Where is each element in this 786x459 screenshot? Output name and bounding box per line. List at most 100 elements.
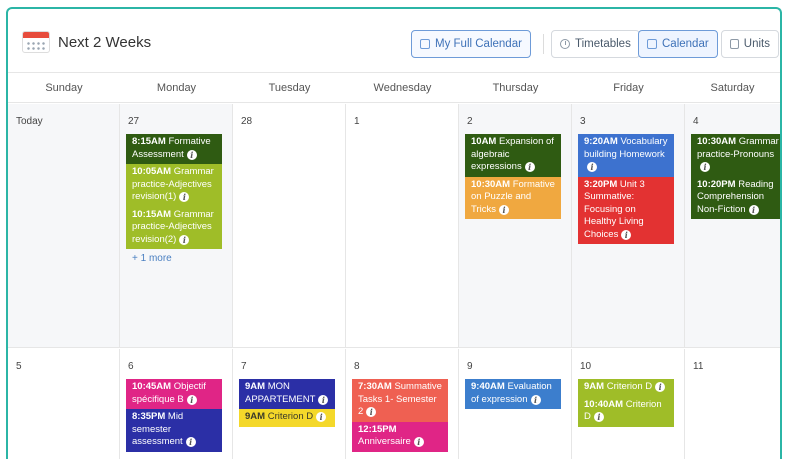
info-icon[interactable]: i <box>621 229 632 240</box>
my-full-calendar-label: My Full Calendar <box>435 38 522 50</box>
timetables-label: Timetables <box>575 38 631 50</box>
event-list: 7:30AM Summative Tasks 1- Semester 2 i 12:… <box>352 379 452 452</box>
day-cell[interactable]: 4 10:30AM Grammar practice-Pronounsi 10:20… <box>685 104 780 347</box>
calendar-event[interactable]: 9AM Criterion Di <box>239 409 335 427</box>
info-icon[interactable]: i <box>530 394 541 405</box>
calendar-event[interactable]: 9AM MON APPARTEMENT i <box>239 379 335 409</box>
units-icon <box>730 39 739 49</box>
event-time: 10:05AM <box>132 166 172 177</box>
info-icon[interactable]: i <box>655 382 666 392</box>
calendar-event[interactable]: 12:15PM Anniversaire i <box>352 421 448 452</box>
info-icon[interactable]: i <box>498 204 509 215</box>
event-list: 10:45AM Objectif spécifique Bi 8:35PM Mid… <box>126 379 226 452</box>
my-full-calendar-button[interactable]: My Full Calendar <box>411 30 531 58</box>
info-icon[interactable]: i <box>185 437 196 447</box>
event-list: 8:15AM Formative Assessment i 10:05AM Gram… <box>126 134 226 264</box>
calendar-event[interactable]: 7:30AM Summative Tasks 1- Semester 2i <box>352 379 448 422</box>
info-icon[interactable]: i <box>700 162 710 172</box>
weekday-monday: Monday <box>156 82 197 94</box>
calendar-event[interactable]: 10:40AM Criterion Di <box>578 396 674 427</box>
info-icon[interactable]: i <box>748 204 759 215</box>
today-label: Today <box>16 116 43 127</box>
calendar-view-label: Calendar <box>662 38 709 50</box>
calendar-event[interactable]: 8:35PM Mid semester assessment i <box>126 409 222 452</box>
units-label: Units <box>743 38 770 50</box>
info-icon[interactable]: i <box>179 234 190 245</box>
event-time: 10:40AM <box>584 398 624 410</box>
divider <box>543 34 544 54</box>
today-column: Today <box>8 104 120 347</box>
calendar-view-button[interactable]: Calendar <box>638 30 718 58</box>
calendar-event[interactable]: 8:15AM Formative Assessment i <box>126 134 222 164</box>
event-title: Anniversaire <box>358 436 411 447</box>
weekday-friday: Friday <box>613 82 644 94</box>
calendar-event[interactable]: 10:05AM Grammar practice-Adjectives revi… <box>126 164 222 207</box>
widget-header: Next 2 Weeks My Full Calendar Timetables… <box>8 9 780 73</box>
event-time: 9:40AM <box>471 381 505 392</box>
calendar-event[interactable]: 10:15AM Grammar practice-Adjectives revi… <box>126 206 222 249</box>
day-number: 2 <box>467 116 473 127</box>
day-cell[interactable]: 27 8:15AM Formative Assessment i 10:05AM Gr… <box>120 104 233 347</box>
week-row-1: Today 27 8:15AM Formative Assessment i 10:05… <box>8 104 780 348</box>
event-list: 9AM Criterion Di 10:40AM Criterion Di <box>578 379 678 427</box>
day-cell[interactable]: 7 9AM MON APPARTEMENT i 9AM Criterion Di <box>233 349 346 459</box>
calendar-event[interactable]: 10:30AM Formative on Puzzle and Tricks i <box>465 176 561 219</box>
more-events-link[interactable]: + 1 more <box>126 253 226 264</box>
calendar-event[interactable]: 10:45AM Objectif spécifique Bi <box>126 379 222 409</box>
widget-title: Next 2 Weeks <box>58 34 152 51</box>
event-time: 9AM <box>245 381 266 392</box>
info-icon[interactable]: i <box>186 149 197 160</box>
event-time: 3:20PM <box>584 178 618 190</box>
calendar-icon <box>22 31 50 53</box>
weekday-saturday: Saturday <box>710 82 755 94</box>
weekday-sunday: Sunday <box>45 82 83 94</box>
info-icon[interactable]: i <box>316 412 327 422</box>
day-number: 6 <box>128 361 134 372</box>
calendar-event[interactable]: 9AM Criterion Di <box>578 379 674 397</box>
event-time: 12:15PM <box>358 423 397 435</box>
day-number: 1 <box>354 116 360 127</box>
calendar-event[interactable]: 9:40AM Evaluation of expression i <box>465 379 561 409</box>
calendar-event[interactable]: 10:30AM Grammar practice-Pronounsi <box>691 134 780 177</box>
weekday-header: Sunday Monday Tuesday Wednesday Thursday Frid… <box>8 73 780 103</box>
info-icon[interactable]: i <box>593 412 604 422</box>
day-cell[interactable]: 28 <box>233 104 346 347</box>
day-cell[interactable]: 9 9:40AM Evaluation of expression i <box>459 349 572 459</box>
day-cell[interactable]: 11 <box>685 349 780 459</box>
calendar-event[interactable]: 10:20PM Reading Comprehension Non-Fictio… <box>691 176 780 219</box>
event-time: 9AM <box>584 381 605 392</box>
info-icon[interactable]: i <box>413 437 424 447</box>
weekday-tuesday: Tuesday <box>268 82 311 94</box>
info-icon[interactable]: i <box>318 394 329 405</box>
day-number: 10 <box>580 361 592 372</box>
clock-icon <box>560 39 570 49</box>
calendar-event[interactable]: 9:20AM Vocabulary building Homeworki <box>578 134 674 177</box>
event-list: 10:30AM Grammar practice-Pronounsi 10:20P… <box>691 134 780 219</box>
info-icon[interactable]: i <box>366 407 377 417</box>
event-time: 8:35PM <box>132 411 166 422</box>
info-icon[interactable]: i <box>524 162 535 172</box>
day-cell[interactable]: 5 <box>8 349 120 459</box>
event-time: 10:15AM <box>132 208 172 220</box>
event-time: 10:30AM <box>471 178 511 190</box>
event-time: 10:45AM <box>132 381 172 392</box>
day-cell[interactable]: 1 <box>346 104 459 347</box>
units-button[interactable]: Units <box>721 30 779 58</box>
timetables-button[interactable]: Timetables <box>551 30 640 58</box>
info-icon[interactable]: i <box>186 394 197 405</box>
day-number: 27 <box>128 116 140 127</box>
calendar-event[interactable]: 10AM Expansion of algebraic expressions i <box>465 134 561 177</box>
calendar-event[interactable]: 3:20PM Unit 3 Summative: Focusing on Hea… <box>578 176 674 244</box>
day-cell[interactable]: 3 9:20AM Vocabulary building Homeworki 3:2… <box>572 104 685 347</box>
day-cell[interactable]: 6 10:45AM Objectif spécifique Bi 8:35PM Mi… <box>120 349 233 459</box>
info-icon[interactable]: i <box>587 162 597 172</box>
info-icon[interactable]: i <box>179 192 190 202</box>
day-cell[interactable]: 8 7:30AM Summative Tasks 1- Semester 2 i 12… <box>346 349 459 459</box>
calendar-small-icon <box>647 39 657 49</box>
calendar-widget: Next 2 Weeks My Full Calendar Timetables… <box>6 7 782 459</box>
week-row-2: 5 6 10:45AM Objectif spécifique Bi 8:35PM M… <box>8 349 780 459</box>
day-cell[interactable]: 2 10AM Expansion of algebraic expressions… <box>459 104 572 347</box>
day-cell[interactable]: 10 9AM Criterion Di 10:40AM Criterion Di <box>572 349 685 459</box>
event-time: 7:30AM <box>358 381 392 392</box>
weekday-thursday: Thursday <box>492 82 539 94</box>
